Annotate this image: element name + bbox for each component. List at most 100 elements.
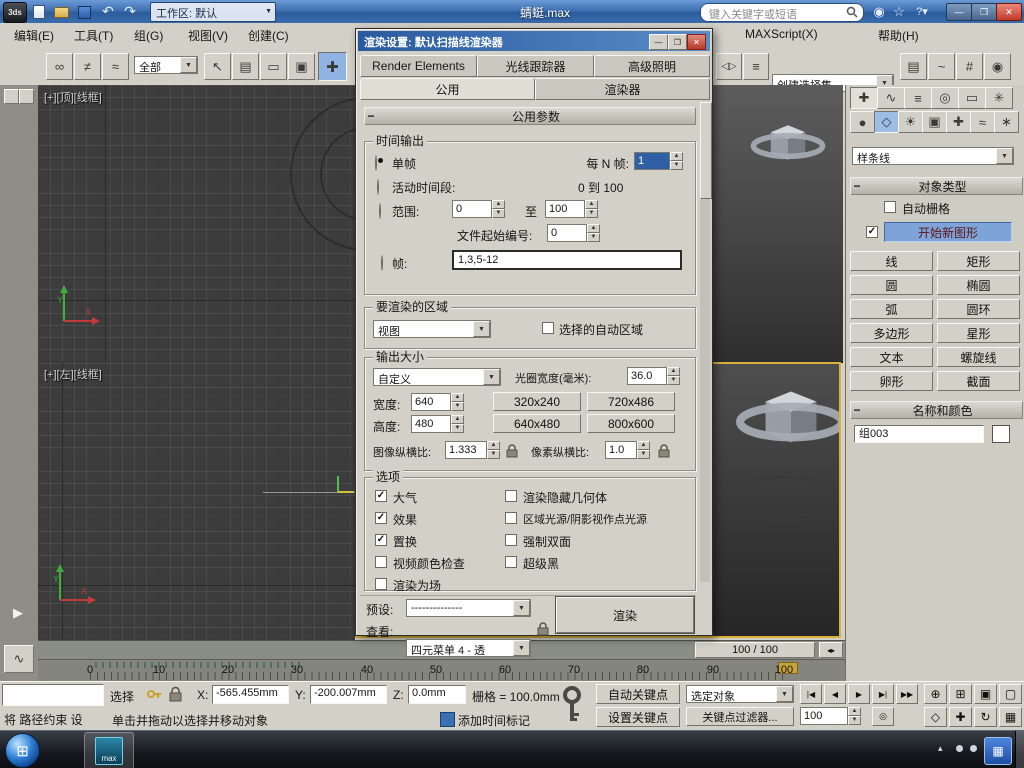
go-to-start-button[interactable]: |◀ <box>800 684 822 704</box>
file-number-base-spinner[interactable]: 0 ▲ ▼ <box>547 224 600 242</box>
selected-filter-dropdown[interactable]: 选定对象 ▼ <box>686 685 794 703</box>
z-coordinate-field[interactable]: 0.0mm <box>408 685 466 704</box>
viewport-lock-icon[interactable] <box>536 621 550 636</box>
menu-tools[interactable]: 工具(T) <box>74 27 113 44</box>
zoom-extents-icon[interactable]: ▣ <box>974 684 997 704</box>
select-and-move-icon[interactable]: ✚ <box>318 52 347 81</box>
range-to-value[interactable]: 100 <box>545 200 585 218</box>
shape-button-section[interactable]: 截面 <box>937 371 1020 391</box>
undo-icon[interactable]: ↶ <box>98 2 118 21</box>
option-effects-checkbox[interactable] <box>375 512 387 524</box>
spinner-arrows[interactable]: ▲ ▼ <box>492 200 505 218</box>
rollout-common-parameters[interactable]: − 公用参数 <box>364 107 696 125</box>
dialog-close-button[interactable]: ✕ <box>687 34 706 50</box>
tray-status-icon[interactable] <box>970 745 977 752</box>
dialog-minimize-button[interactable]: — <box>649 34 668 50</box>
option-atmospherics-checkbox[interactable] <box>375 490 387 502</box>
option-render-hidden-checkbox[interactable] <box>505 490 517 502</box>
current-frame-value[interactable]: 100 <box>800 707 848 725</box>
width-spinner[interactable]: 640 ▲ ▼ <box>411 393 464 411</box>
search-icon[interactable] <box>846 6 858 18</box>
autogrid-checkbox[interactable] <box>884 201 896 213</box>
layer-manager-icon[interactable]: ▤ <box>900 53 927 80</box>
radio-frames[interactable] <box>381 255 383 271</box>
key-mode-toggle-button[interactable]: ◎ <box>872 707 894 726</box>
auto-region-checkbox[interactable] <box>542 322 554 334</box>
menu-views[interactable]: 视图(V) <box>188 27 228 44</box>
radio-active-segment[interactable] <box>377 179 379 195</box>
maximize-viewport-icon[interactable]: ▦ <box>999 707 1022 727</box>
y-coordinate-field[interactable]: -200.007mm <box>310 685 387 704</box>
curve-editor-icon[interactable]: ~ <box>928 53 955 80</box>
taskbar-app-3dsmax[interactable]: max <box>84 732 134 768</box>
window-crossing-icon[interactable]: ▣ <box>288 53 315 80</box>
height-spinner[interactable]: 480 ▲ ▼ <box>411 415 464 433</box>
auto-key-button[interactable]: 自动关键点 <box>596 684 680 704</box>
chevron-down-icon[interactable]: ▼ <box>996 148 1013 164</box>
option-video-color-checkbox[interactable] <box>375 556 387 568</box>
zoom-extents-all-icon[interactable]: ▢ <box>999 684 1022 704</box>
shape-button-arc[interactable]: 弧 <box>850 299 933 319</box>
category-lights-icon[interactable]: ☀ <box>898 111 923 133</box>
spinner-arrows[interactable]: ▲ ▼ <box>451 415 464 433</box>
tab-hierarchy[interactable]: ≡ <box>904 87 932 109</box>
file-number-base-value[interactable]: 0 <box>547 224 587 242</box>
chevron-down-icon[interactable]: ▼ <box>513 640 530 656</box>
menu-maxscript[interactable]: MAXScript(X) <box>745 27 818 41</box>
width-value[interactable]: 640 <box>411 393 451 411</box>
shape-button-line[interactable]: 线 <box>850 251 933 271</box>
spinner-arrows[interactable]: ▲ ▼ <box>848 707 861 725</box>
every-nth-spinner[interactable]: 1 ▲ ▼ <box>634 152 683 170</box>
viewport-left[interactable]: [+][左][线框] Y X <box>38 362 355 640</box>
pixel-aspect-lock-icon[interactable] <box>657 443 671 458</box>
current-frame-spinner[interactable]: 100 ▲ ▼ <box>800 707 861 725</box>
option-displacement-checkbox[interactable] <box>375 534 387 546</box>
shape-button-ellipse[interactable]: 椭圆 <box>937 275 1020 295</box>
show-desktop-button[interactable] <box>1015 731 1024 768</box>
app-menu-button[interactable]: 3ds <box>3 2 27 23</box>
shape-button-egg[interactable]: 卵形 <box>850 371 933 391</box>
spinner-arrows[interactable]: ▲ ▼ <box>451 393 464 411</box>
help-icon[interactable]: ?▾ <box>910 3 934 20</box>
category-cameras-icon[interactable]: ▣ <box>922 111 947 133</box>
res-640x480-button[interactable]: 640x480 <box>493 414 581 433</box>
new-scene-icon[interactable] <box>32 5 46 19</box>
select-by-name-icon[interactable]: ▤ <box>232 53 259 80</box>
shape-button-rectangle[interactable]: 矩形 <box>937 251 1020 271</box>
time-slider-step-buttons[interactable]: ◂▸ <box>819 642 843 658</box>
tab-advanced-lighting[interactable]: 高级照明 <box>594 55 710 77</box>
category-spacewarps-icon[interactable]: ≈ <box>970 111 995 133</box>
area-to-render-dropdown[interactable]: 视图 ▼ <box>373 320 491 338</box>
tab-modify[interactable]: ∿ <box>877 87 905 109</box>
range-to-spinner[interactable]: 100 ▲ ▼ <box>545 200 598 218</box>
object-color-swatch[interactable] <box>992 425 1010 443</box>
viewport-top[interactable]: [+][顶][线框] Y X <box>38 85 355 363</box>
open-file-icon[interactable] <box>54 7 69 18</box>
image-aspect-value[interactable]: 1.333 <box>445 441 487 459</box>
save-file-icon[interactable] <box>78 6 91 19</box>
pan-view-icon[interactable]: ✚ <box>949 707 972 727</box>
rollout-object-type[interactable]: − 对象类型 <box>850 177 1023 195</box>
close-button[interactable]: ✕ <box>996 3 1022 21</box>
go-to-end-button[interactable]: ▶▶ <box>896 684 918 704</box>
tab-motion[interactable]: ◎ <box>931 87 959 109</box>
selection-filter-dropdown[interactable]: 全部 ▼ <box>134 56 198 74</box>
preset-dropdown[interactable]: -------------- ▼ <box>406 599 531 617</box>
scrollbar-thumb[interactable] <box>700 102 712 199</box>
shape-button-text[interactable]: 文本 <box>850 347 933 367</box>
rollout-name-color[interactable]: − 名称和颜色 <box>850 401 1023 419</box>
select-and-link-icon[interactable]: ∞ <box>46 53 73 80</box>
mini-curve-editor-icon[interactable]: ∿ <box>4 645 34 673</box>
zoom-all-icon[interactable]: ⊞ <box>949 684 972 704</box>
option-super-black-checkbox[interactable] <box>505 556 517 568</box>
tab-renderer[interactable]: 渲染器 <box>535 78 710 100</box>
range-from-spinner[interactable]: 0 ▲ ▼ <box>452 200 505 218</box>
selection-lock-icon[interactable] <box>168 686 183 702</box>
spinner-arrows[interactable]: ▲ ▼ <box>585 200 598 218</box>
mirror-icon[interactable]: ◁▷ <box>716 53 742 80</box>
isolate-selection-key-icon[interactable] <box>146 687 162 702</box>
dialog-scrollbar[interactable] <box>700 102 712 582</box>
align-icon[interactable]: ≡ <box>743 53 769 80</box>
res-720x486-button[interactable]: 720x486 <box>587 392 675 411</box>
spinner-arrows[interactable]: ▲ ▼ <box>587 224 600 242</box>
